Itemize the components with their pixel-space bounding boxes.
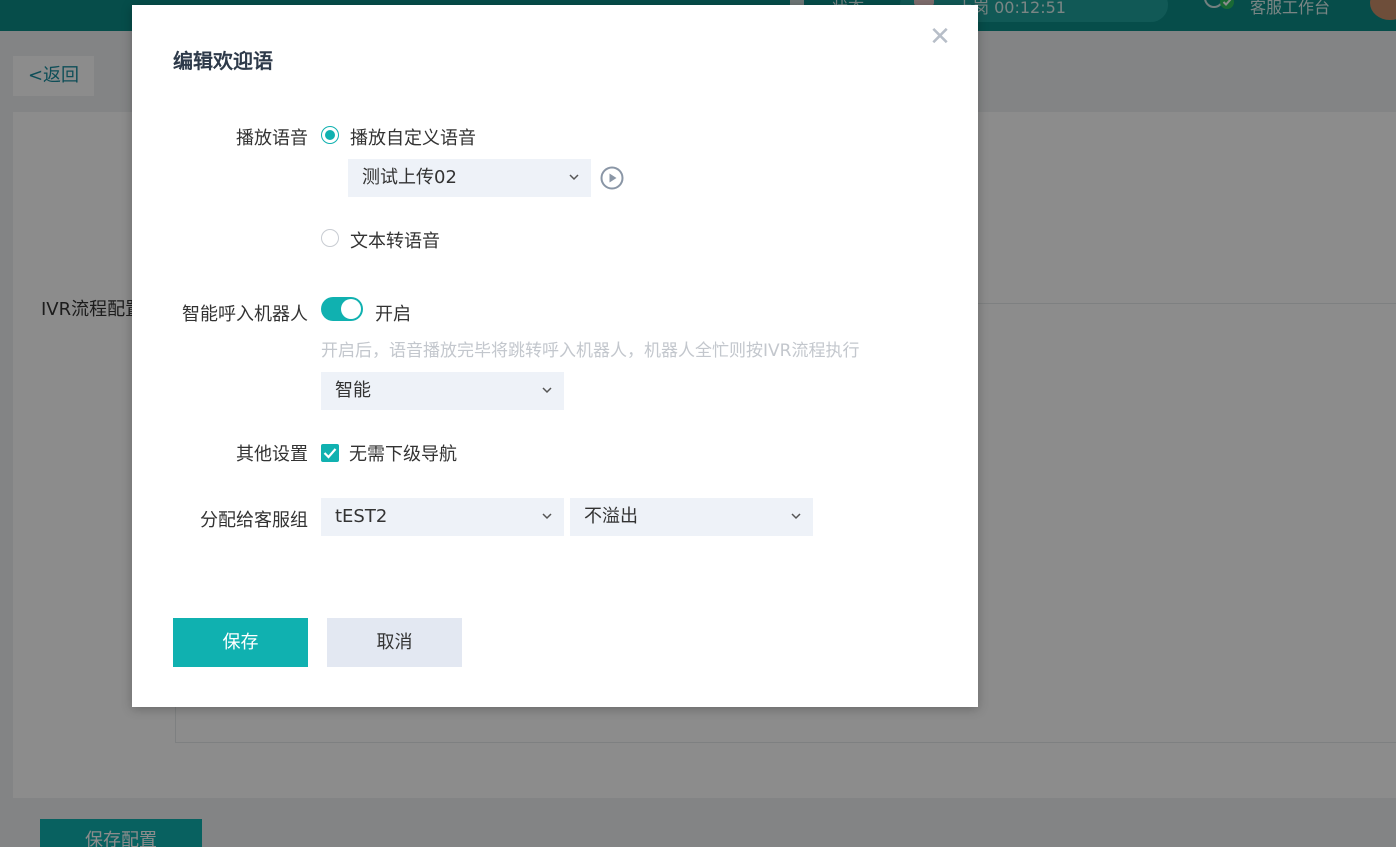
- edit-welcome-dialog: 编辑欢迎语 ✕ 播放语音 播放自定义语音 测试上传02 文本转语音 智能呼入机器…: [132, 5, 978, 707]
- dialog-title: 编辑欢迎语: [173, 49, 273, 73]
- group-select-value: tEST2: [335, 506, 388, 527]
- assign-group-label: 分配给客服组: [200, 510, 308, 531]
- other-settings-label: 其他设置: [236, 444, 308, 465]
- radio-custom-voice-label[interactable]: 播放自定义语音: [350, 124, 476, 150]
- chevron-down-icon: [542, 387, 552, 394]
- voice-select-value: 测试上传02: [362, 167, 457, 188]
- play-voice-label: 播放语音: [236, 128, 308, 149]
- robot-select[interactable]: 智能: [321, 372, 564, 410]
- no-sub-nav-checkbox[interactable]: [321, 444, 339, 462]
- no-sub-nav-label[interactable]: 无需下级导航: [349, 440, 457, 466]
- play-icon[interactable]: [600, 166, 624, 190]
- robot-hint: 开启后，语音播放完毕将跳转呼入机器人，机器人全忙则按IVR流程执行: [321, 341, 860, 361]
- robot-select-value: 智能: [335, 380, 371, 401]
- radio-tts[interactable]: [321, 229, 339, 247]
- overflow-select[interactable]: 不溢出: [570, 498, 813, 536]
- robot-toggle[interactable]: [321, 297, 363, 321]
- chevron-down-icon: [542, 513, 552, 520]
- close-icon[interactable]: ✕: [928, 24, 952, 50]
- check-icon: [323, 448, 337, 459]
- chevron-down-icon: [569, 174, 579, 181]
- radio-tts-label[interactable]: 文本转语音: [350, 227, 440, 253]
- group-select[interactable]: tEST2: [321, 498, 564, 536]
- chevron-down-icon: [791, 513, 801, 520]
- cancel-button[interactable]: 取消: [327, 618, 462, 667]
- robot-toggle-text: 开启: [375, 304, 411, 325]
- save-button[interactable]: 保存: [173, 618, 308, 667]
- radio-custom-voice[interactable]: [321, 126, 339, 144]
- voice-select[interactable]: 测试上传02: [348, 159, 591, 197]
- overflow-select-value: 不溢出: [584, 506, 638, 527]
- robot-label: 智能呼入机器人: [182, 304, 308, 325]
